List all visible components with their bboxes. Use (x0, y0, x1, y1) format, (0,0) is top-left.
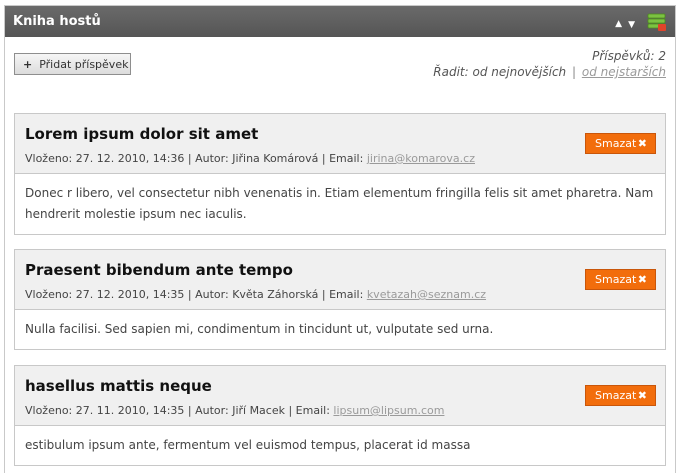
post-title: Lorem ipsum dolor sit amet (25, 125, 259, 143)
post-header: hasellus mattis neque Vloženo: 27. 11. 2… (15, 366, 665, 426)
delete-post-button[interactable]: Smazat ✖ (585, 269, 656, 290)
post-count: Příspěvků: 2 (592, 49, 666, 63)
add-post-button[interactable]: + Přidat příspěvek (14, 53, 131, 75)
post-meta-text: Vloženo: 27. 11. 2010, 14:35 | Autor: Ji… (25, 404, 334, 417)
post-email-link[interactable]: kvetazah@seznam.cz (367, 288, 486, 301)
sort-controls: Řadit: od nejnovějších | od nejstarších (433, 64, 666, 80)
post-card: hasellus mattis neque Vloženo: 27. 11. 2… (14, 365, 666, 466)
post-title: hasellus mattis neque (25, 377, 212, 395)
post-email-link[interactable]: jirina@komarova.cz (367, 152, 475, 165)
database-stack-icon[interactable] (647, 12, 667, 32)
close-icon: ✖ (637, 389, 647, 402)
add-post-label: Přidat příspěvek (39, 57, 129, 71)
window-titlebar: Kniha hostů ▲ ▼ (5, 6, 675, 37)
delete-post-button[interactable]: Smazat ✖ (585, 133, 656, 154)
guestbook-toolbar: + Přidat příspěvek Příspěvků: 2 Řadit: o… (5, 37, 675, 107)
post-body: Donec r libero, vel consectetur nibh ven… (25, 186, 654, 221)
delete-label: Smazat (595, 137, 637, 150)
post-body: Nulla facilisi. Sed sapien mi, condiment… (25, 322, 494, 336)
sort-newest[interactable]: od nejnovějších (473, 65, 567, 79)
post-email-link[interactable]: lipsum@lipsum.com (333, 404, 444, 417)
post-meta-text: Vloženo: 27. 12. 2010, 14:35 | Autor: Kv… (25, 288, 367, 301)
delete-post-button[interactable]: Smazat ✖ (585, 385, 656, 406)
close-icon: ✖ (637, 137, 647, 150)
post-header: Praesent bibendum ante tempo Vloženo: 27… (15, 250, 665, 310)
post-meta: Vloženo: 27. 12. 2010, 14:36 | Autor: Ji… (25, 152, 655, 165)
delete-label: Smazat (595, 389, 637, 402)
post-card: Praesent bibendum ante tempo Vloženo: 27… (14, 249, 666, 350)
post-card: Lorem ipsum dolor sit amet Vloženo: 27. … (14, 113, 666, 235)
post-title: Praesent bibendum ante tempo (25, 261, 293, 279)
guestbook-window: Kniha hostů ▲ ▼ + Přidat příspěvek Přísp… (4, 5, 676, 473)
post-meta: Vloženo: 27. 11. 2010, 14:35 | Autor: Ji… (25, 404, 655, 417)
sort-label: Řadit: (433, 65, 469, 79)
window-title: Kniha hostů (13, 14, 101, 29)
post-header: Lorem ipsum dolor sit amet Vloženo: 27. … (15, 114, 665, 174)
arrow-down-icon[interactable]: ▼ (628, 21, 635, 30)
post-summary: Příspěvků: 2 Řadit: od nejnovějších | od… (433, 48, 666, 80)
close-icon: ✖ (637, 273, 647, 286)
arrow-up-icon[interactable]: ▲ (615, 20, 622, 29)
delete-label: Smazat (595, 273, 637, 286)
plus-icon: + (23, 57, 33, 71)
post-meta: Vloženo: 27. 12. 2010, 14:35 | Autor: Kv… (25, 288, 655, 301)
post-meta-text: Vloženo: 27. 12. 2010, 14:36 | Autor: Ji… (25, 152, 367, 165)
post-body: estibulum ipsum ante, fermentum vel euis… (25, 438, 471, 452)
sort-separator: | (571, 65, 577, 79)
sort-oldest-link[interactable]: od nejstarších (582, 65, 666, 79)
